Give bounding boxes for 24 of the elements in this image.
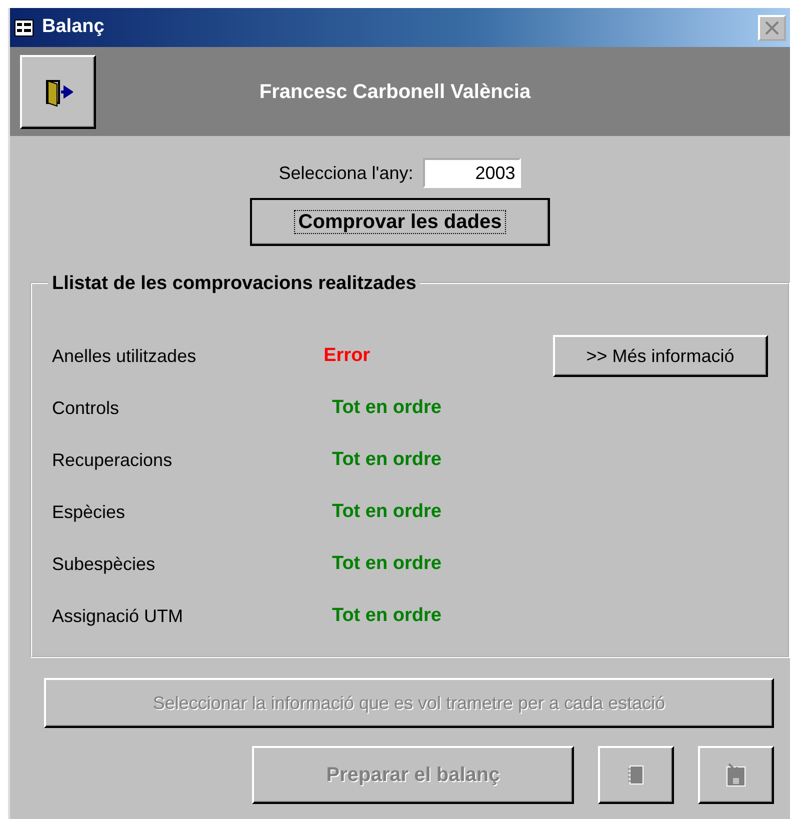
check-status: Tot en ordre — [332, 604, 442, 626]
user-name: Francesc Carbonell València — [258, 80, 532, 104]
save-icon — [725, 763, 747, 787]
check-status: Tot en ordre — [332, 396, 442, 418]
check-label: Subespècies — [52, 552, 156, 576]
book-icon — [627, 765, 645, 785]
year-input[interactable]: 2003 — [423, 158, 522, 188]
year-label: Selecciona l'any: — [278, 162, 414, 185]
check-label: Assignació UTM — [52, 604, 184, 628]
check-status: Error — [324, 344, 370, 366]
check-status: Tot en ordre — [332, 500, 442, 522]
exit-button[interactable] — [20, 54, 96, 128]
check-status: Tot en ordre — [332, 552, 442, 574]
check-status: Tot en ordre — [332, 448, 442, 470]
close-button[interactable] — [758, 14, 786, 40]
close-icon — [764, 20, 780, 34]
window-title: Balanç — [42, 15, 104, 40]
more-info-button[interactable]: >> Més informació — [552, 335, 768, 377]
check-label: Controls — [52, 396, 120, 420]
check-label: Espècies — [52, 500, 126, 524]
form-icon — [14, 18, 34, 36]
check-label: Anelles utilitzades — [52, 344, 198, 368]
check-label: Recuperacions — [52, 448, 174, 472]
check-data-button[interactable]: Comprovar les dades — [250, 198, 550, 246]
